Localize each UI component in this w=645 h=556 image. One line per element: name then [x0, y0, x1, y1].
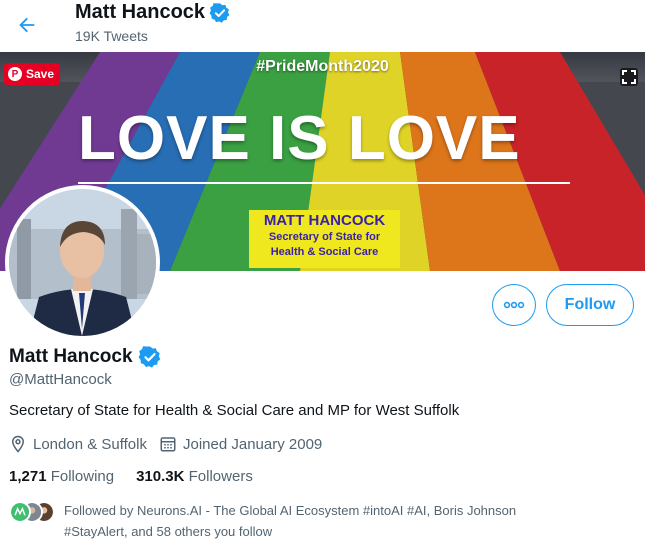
followed-by-line1: Followed by Neurons.AI - The Global AI E… [64, 503, 517, 518]
profile-display-name: Matt Hancock [9, 345, 162, 369]
followed-by-section[interactable]: Followed by Neurons.AI - The Global AI E… [9, 500, 639, 542]
follow-stats: 1,271 Following 310.3K Followers [9, 468, 275, 485]
following-label: Following [50, 468, 115, 485]
banner-headline: LOVE IS LOVE [78, 104, 521, 173]
followed-by-text: Followed by Neurons.AI - The Global AI E… [64, 500, 584, 542]
arrow-left-icon [19, 17, 35, 33]
expand-icon[interactable] [619, 67, 639, 87]
banner-card-role-line1: Secretary of State for [268, 231, 381, 243]
tweet-count: 19K Tweets [75, 28, 148, 44]
profile-header-bar: Matt Hancock 19K Tweets [0, 0, 645, 52]
pinterest-save-label: Save [26, 67, 55, 81]
banner-hashtag: #PrideMonth2020 [256, 58, 389, 75]
calendar-icon [160, 437, 176, 452]
back-button[interactable] [10, 8, 44, 42]
more-dots-icon [503, 301, 525, 309]
banner-name-card: MATT HANCOCK Secretary of State for Heal… [249, 210, 400, 268]
verified-badge-icon [138, 346, 160, 368]
location-pin-icon [11, 435, 25, 453]
banner-underline [78, 182, 570, 184]
location-item: London & Suffolk [9, 435, 147, 453]
following-count: 1,271 [9, 468, 47, 485]
avatar-photo [9, 189, 156, 336]
followed-by-line2: #StayAlert, and 58 others you follow [64, 524, 273, 539]
profile-handle: @MattHancock [9, 371, 112, 388]
neurons-ai-avatar [9, 501, 31, 523]
joined-item: Joined January 2009 [159, 435, 322, 453]
followers-count: 310.3K [136, 468, 185, 485]
profile-avatar[interactable] [5, 185, 160, 340]
banner-card-role-line2: Health & Social Care [270, 246, 379, 258]
header-name-text: Matt Hancock [75, 1, 206, 23]
profile-bio: Secretary of State for Health & Social C… [9, 402, 460, 419]
joined-text: Joined January 2009 [182, 435, 323, 453]
pinterest-icon: P [8, 67, 22, 81]
following-link[interactable]: 1,271 Following [9, 468, 114, 485]
pinterest-save-button[interactable]: P Save [4, 63, 61, 85]
more-options-button[interactable] [492, 284, 536, 326]
profile-meta: London & Suffolk Joined January 2009 [9, 435, 334, 453]
banner-card-name: MATT HANCOCK [263, 212, 386, 229]
followers-label: Followers [188, 468, 253, 485]
location-text: London & Suffolk [33, 435, 147, 453]
followed-by-avatars [9, 501, 57, 523]
followers-link[interactable]: 310.3K Followers [136, 468, 253, 485]
follow-button[interactable]: Follow [546, 284, 634, 326]
header-name: Matt Hancock [75, 1, 231, 24]
verified-badge-icon [209, 2, 230, 23]
display-name-text: Matt Hancock [9, 346, 133, 367]
